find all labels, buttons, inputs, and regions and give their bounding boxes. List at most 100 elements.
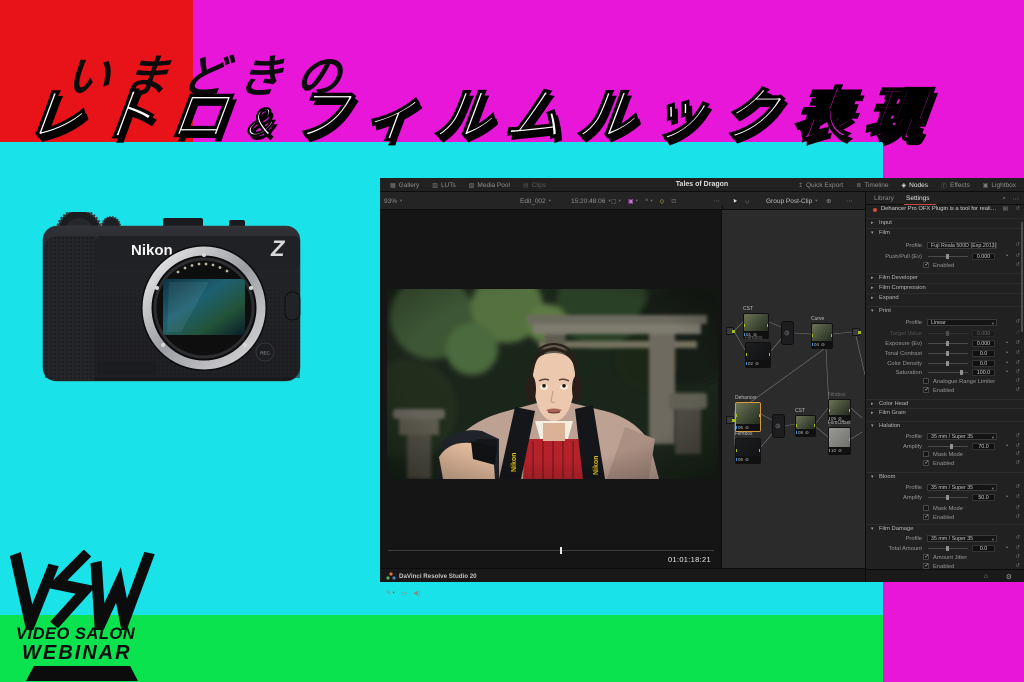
slider-track[interactable] xyxy=(928,256,968,257)
settings-section-header[interactable]: Film Damage xyxy=(866,524,1024,533)
checkbox[interactable] xyxy=(923,387,929,393)
slider-thumb[interactable] xyxy=(950,444,953,449)
slider-value[interactable]: 0.000 xyxy=(972,253,995,261)
slider-thumb[interactable] xyxy=(946,495,949,500)
color-node[interactable]: CST 08⊘ xyxy=(795,415,816,437)
node-group-dropdown[interactable]: Group Post-Clip▾ xyxy=(766,192,818,210)
header-menu-item[interactable]: ▥ LUTs xyxy=(432,182,455,189)
header-menu-item[interactable]: ↥ Quick Export xyxy=(798,182,843,189)
slider-thumb[interactable] xyxy=(946,254,949,259)
header-menu-item[interactable]: ≣ Timeline xyxy=(856,182,888,189)
slider-track[interactable] xyxy=(928,343,968,344)
layer-mixer-node[interactable] xyxy=(772,414,785,438)
playhead[interactable] xyxy=(560,547,562,554)
source-timecode-dropdown[interactable]: 15:20:48:06▾ xyxy=(571,192,611,210)
header-menu-item[interactable]: ▧ Media Pool xyxy=(469,182,510,189)
settings-section-header[interactable]: Halation xyxy=(866,421,1024,430)
header-menu-item[interactable]: ▣ Lightbox xyxy=(983,182,1016,189)
viewer-overlay-icon[interactable]: ◇ xyxy=(660,198,665,205)
home-icon[interactable]: ⌂ xyxy=(984,573,988,580)
settings-section-header[interactable]: Input xyxy=(866,218,1024,227)
checkbox[interactable] xyxy=(923,460,929,466)
slider-track[interactable] xyxy=(928,353,968,354)
reset-icon[interactable]: ↺ xyxy=(1015,554,1020,560)
clip-dropdown[interactable]: Edit_002▾ xyxy=(520,192,551,210)
reset-icon[interactable]: ↺ xyxy=(1015,319,1020,325)
header-menu-item[interactable]: ⓕ Effects xyxy=(941,181,970,190)
header-menu-item[interactable]: ◈ Nodes xyxy=(902,182,928,189)
settings-section-header[interactable]: Expand xyxy=(866,293,1024,302)
checkbox[interactable] xyxy=(923,514,929,520)
slider-value[interactable]: 100.0 xyxy=(972,369,995,377)
color-node[interactable]: Filmbox 06⊘ xyxy=(735,438,761,464)
scrollbar[interactable] xyxy=(1021,222,1023,332)
reset-icon[interactable]: ↺ xyxy=(1015,340,1020,346)
slider-track[interactable] xyxy=(928,548,968,549)
reset-icon[interactable]: ↺ xyxy=(1015,242,1020,248)
reset-icon[interactable]: ↺ xyxy=(1015,253,1020,259)
slider-thumb[interactable] xyxy=(946,361,949,366)
header-menu-item[interactable]: ▤ Clips xyxy=(523,182,546,189)
snap-magnet-button[interactable]: ∩ xyxy=(745,192,750,210)
slider-value[interactable]: 0.0 xyxy=(972,350,995,358)
reset-icon[interactable]: ↺ xyxy=(1015,262,1020,268)
reset-icon[interactable]: ↺ xyxy=(1015,433,1020,439)
reset-icon[interactable]: ↺ xyxy=(1015,484,1020,490)
checkbox[interactable] xyxy=(923,451,929,457)
slider-value[interactable]: 0.0 xyxy=(972,545,995,553)
viewer-overlay-icon[interactable]: ⊡ xyxy=(671,198,676,205)
filmstrip-icon[interactable]: ▤ xyxy=(1003,206,1008,212)
reset-icon[interactable]: ↺ xyxy=(1015,369,1020,375)
settings-section-header[interactable]: Color Head xyxy=(866,399,1024,408)
checkbox[interactable] xyxy=(923,505,929,511)
reset-icon[interactable]: ↺ xyxy=(1015,330,1020,336)
viewer-overlay-icon[interactable]: × xyxy=(645,198,653,204)
slider-track[interactable] xyxy=(928,446,968,447)
slider-thumb[interactable] xyxy=(946,331,949,336)
dropdown-select[interactable]: Fuji Reala 500D (Exp.2013)▾ xyxy=(927,242,997,250)
slider-thumb[interactable] xyxy=(946,546,949,551)
header-menu-item[interactable]: ▦ Gallery xyxy=(390,182,419,189)
viewer-overlay-icon[interactable]: ▢ xyxy=(611,198,621,205)
dropdown-select[interactable]: 35 mm / Super 35▾ xyxy=(927,484,997,492)
gear-icon[interactable]: ⚙ xyxy=(1006,573,1012,581)
add-node-button[interactable]: ⊕ xyxy=(826,192,831,210)
settings-section-header[interactable]: Print xyxy=(866,306,1024,315)
slider-thumb[interactable] xyxy=(946,341,949,346)
dropdown-select[interactable]: Linear▾ xyxy=(927,319,997,327)
slider-value[interactable]: 0.000 xyxy=(972,340,995,348)
settings-section-header[interactable]: Film xyxy=(866,228,1024,237)
dropdown-select[interactable]: 35 mm / Super 35▾ xyxy=(927,433,997,441)
checkbox[interactable] xyxy=(923,554,929,560)
io-node[interactable] xyxy=(852,328,860,336)
io-node[interactable] xyxy=(726,327,734,335)
reset-icon[interactable]: ↺ xyxy=(1015,505,1020,511)
slider-track[interactable] xyxy=(928,372,968,373)
node-more-button[interactable]: ⋯ xyxy=(846,192,853,210)
reset-icon[interactable]: ↺ xyxy=(1015,494,1020,500)
slider-thumb[interactable] xyxy=(946,351,949,356)
slider-track[interactable] xyxy=(928,497,968,498)
reset-icon[interactable]: ↺ xyxy=(1015,460,1020,466)
layer-mixer-node[interactable] xyxy=(781,321,794,345)
reset-icon[interactable]: ↺ xyxy=(1015,443,1020,449)
slider-value[interactable]: 50.0 xyxy=(972,494,995,502)
color-node[interactable]: Filmbox 02⊘ xyxy=(745,342,771,368)
viewer-scrubber[interactable] xyxy=(388,549,714,552)
viewer-overlay-icon[interactable]: ▣ xyxy=(628,198,638,205)
reset-icon[interactable]: ↺ xyxy=(1015,350,1020,356)
settings-section-header[interactable]: Bloom xyxy=(866,472,1024,481)
reset-icon[interactable]: ↺ xyxy=(1015,378,1020,384)
slider-thumb[interactable] xyxy=(960,370,963,375)
reset-icon[interactable]: ↺ xyxy=(1015,535,1020,541)
viewer-tool-icon[interactable]: ✎ xyxy=(386,589,395,597)
io-node[interactable] xyxy=(726,416,734,424)
settings-section-header[interactable]: Film Compression xyxy=(866,283,1024,292)
viewer-more-button[interactable]: ⋯ xyxy=(713,192,720,210)
color-node[interactable]: Curve 04⊘ xyxy=(811,323,833,349)
slider-track[interactable] xyxy=(928,363,968,364)
reset-icon[interactable]: ↺ xyxy=(1015,206,1020,212)
viewer-tool-icon[interactable]: ▭ xyxy=(401,589,407,597)
dropdown-select[interactable]: 35 mm / Super 35▾ xyxy=(927,535,997,543)
color-node[interactable]: FilmOffset 10⊘ xyxy=(828,427,851,455)
